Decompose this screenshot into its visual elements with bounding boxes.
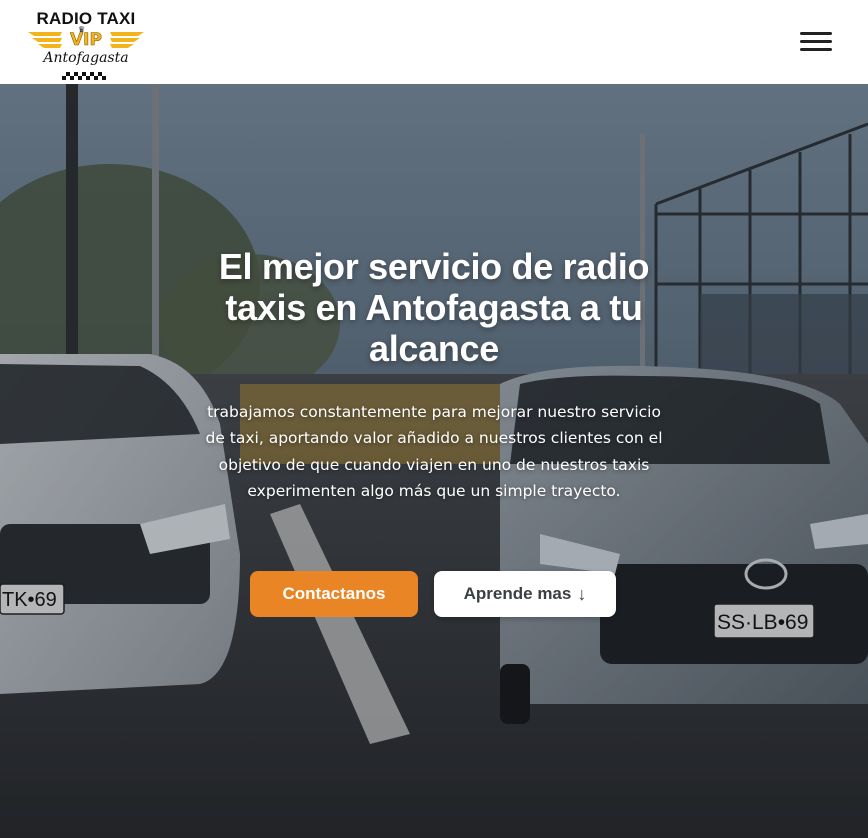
menu-line xyxy=(800,40,832,43)
checkered-flag-icon xyxy=(62,72,106,80)
site-header: RADIO TAXI ♛ VIP Antofagasta xyxy=(0,0,868,84)
menu-line xyxy=(800,32,832,35)
logo-title: RADIO TAXI xyxy=(36,9,136,28)
hamburger-menu-icon[interactable] xyxy=(798,28,836,54)
learn-more-button[interactable]: Aprende mas ↓ xyxy=(434,571,616,617)
hero-title: El mejor servicio de radio taxis en Anto… xyxy=(218,246,650,369)
hero-description: trabajamos constantemente para mejorar n… xyxy=(205,403,663,500)
logo-vip: VIP xyxy=(70,30,103,51)
contact-button-label: Contactanos xyxy=(282,584,386,603)
learn-more-button-label: Aprende mas xyxy=(463,584,572,603)
hero-section: TK•69 SS·LB•69 El mejor servicio de radi… xyxy=(0,84,868,838)
menu-line xyxy=(800,48,832,51)
logo-city: Antofagasta xyxy=(43,50,129,66)
logo[interactable]: RADIO TAXI ♛ VIP Antofagasta xyxy=(26,10,146,82)
contact-button[interactable]: Contactanos xyxy=(250,571,418,617)
arrow-down-icon: ↓ xyxy=(577,583,587,604)
